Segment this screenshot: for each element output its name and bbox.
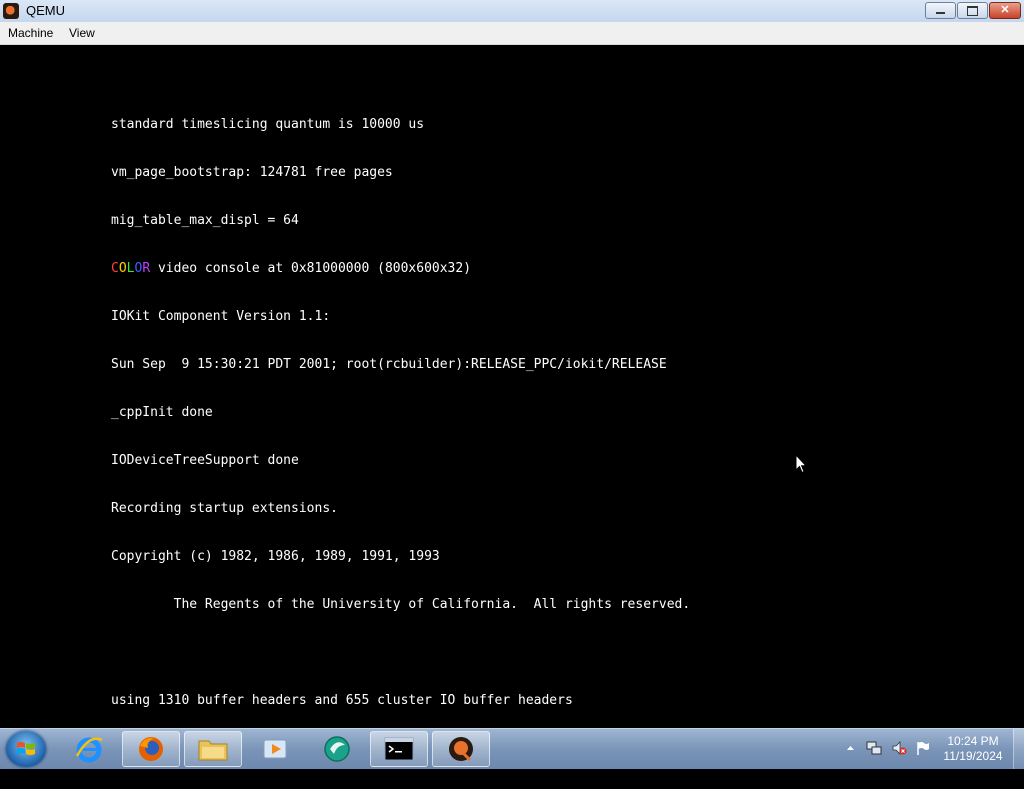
- console-line: The Regents of the University of Califor…: [111, 597, 691, 612]
- color-line-rest: video console at 0x81000000 (800x600x32): [150, 261, 472, 276]
- console-line: Copyright (c) 1982, 1986, 1989, 1991, 19…: [111, 549, 440, 564]
- internet-explorer-icon: [75, 737, 103, 763]
- console-line: IOKit Component Version 1.1:: [111, 309, 331, 324]
- show-desktop-button[interactable]: [1013, 729, 1024, 769]
- window-title-bar[interactable]: QEMU ✕: [0, 0, 1024, 23]
- console-line: using 1310 buffer headers and 655 cluste…: [111, 693, 573, 708]
- start-button[interactable]: [6, 731, 46, 767]
- network-icon[interactable]: [866, 740, 882, 756]
- menu-view[interactable]: View: [69, 26, 95, 40]
- clock-date: 11/19/2024: [943, 749, 1003, 763]
- taskbar-command-prompt[interactable]: [370, 731, 428, 767]
- window-title: QEMU: [26, 3, 65, 18]
- file-explorer-icon: [198, 740, 228, 761]
- console-line: IODeviceTreeSupport done: [111, 453, 299, 468]
- minimize-button[interactable]: [925, 2, 956, 19]
- console-line: standard timeslicing quantum is 10000 us: [111, 117, 425, 132]
- browser-globe-icon: [324, 736, 350, 762]
- windows-logo-icon: [17, 742, 35, 755]
- taskbar-browser[interactable]: [308, 731, 366, 767]
- console-output: standard timeslicing quantum is 10000 us…: [111, 85, 690, 789]
- qemu-icon: [449, 737, 473, 762]
- taskbar-file-explorer[interactable]: [184, 731, 242, 767]
- taskbar-media-player[interactable]: [246, 731, 304, 767]
- menu-machine[interactable]: Machine: [8, 26, 53, 40]
- console-line: Recording startup extensions.: [111, 501, 338, 516]
- maximize-button[interactable]: [957, 2, 988, 19]
- restore-icon: [967, 5, 978, 16]
- firefox-icon: [139, 737, 163, 761]
- show-hidden-icons-icon[interactable]: [846, 744, 855, 752]
- command-prompt-icon: [384, 737, 414, 761]
- console-line: _cppInit done: [111, 405, 213, 420]
- console-line-color: COLOR video console at 0x81000000 (800x6…: [111, 261, 690, 277]
- close-icon: ✕: [1000, 4, 1010, 16]
- taskbar-clock[interactable]: 10:24 PM 11/19/2024: [927, 734, 1019, 764]
- clock-time: 10:24 PM: [947, 734, 999, 748]
- taskbar: 10:24 PM 11/19/2024: [0, 728, 1024, 769]
- taskbar-qemu[interactable]: [432, 731, 490, 767]
- console-line: Sun Sep 9 15:30:21 PDT 2001; root(rcbuil…: [111, 357, 667, 372]
- volume-muted-icon[interactable]: [891, 740, 907, 756]
- qemu-app-icon[interactable]: [3, 3, 19, 19]
- color-letter: C: [111, 261, 119, 276]
- color-letter: R: [142, 261, 151, 276]
- media-player-icon: [263, 739, 287, 759]
- console-line: vm_page_bootstrap: 124781 free pages: [111, 165, 393, 180]
- minimize-icon: [936, 12, 945, 14]
- menu-bar: Machine View: [0, 22, 1024, 45]
- mouse-pointer-icon: [795, 454, 807, 474]
- color-letter: O: [118, 261, 127, 276]
- console-line: mig_table_max_displ = 64: [111, 213, 299, 228]
- vm-display[interactable]: standard timeslicing quantum is 10000 us…: [0, 45, 1024, 756]
- close-button[interactable]: ✕: [989, 2, 1021, 19]
- taskbar-firefox[interactable]: [122, 731, 180, 767]
- taskbar-internet-explorer[interactable]: [60, 731, 118, 767]
